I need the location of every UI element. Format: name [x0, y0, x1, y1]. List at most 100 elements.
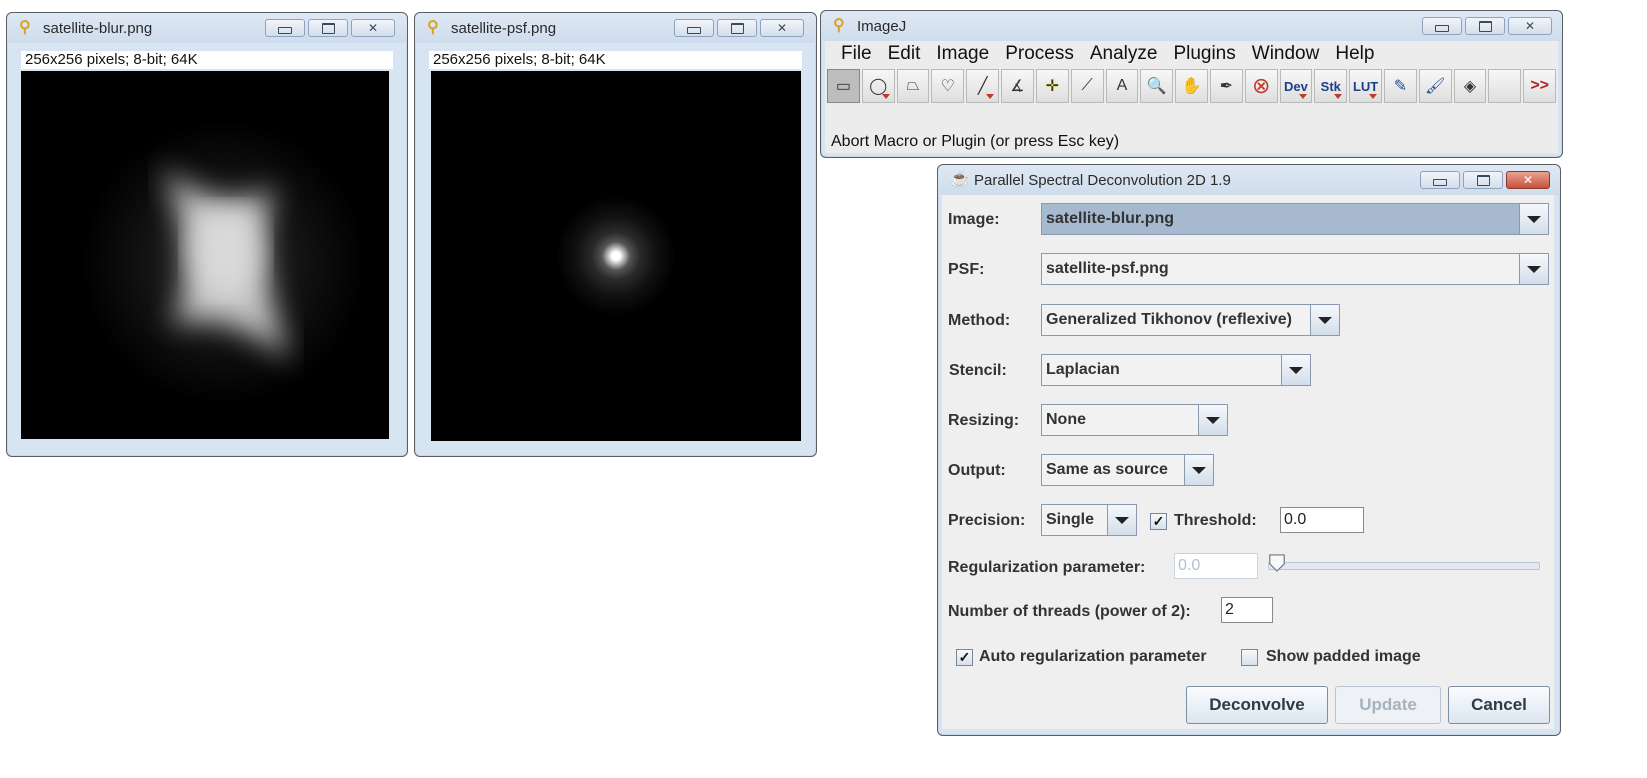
psf-select[interactable]: satellite-psf.png: [1041, 253, 1549, 285]
menu-help[interactable]: Help: [1327, 43, 1382, 65]
tool-button-dropper-tool[interactable]: ✒: [1209, 69, 1243, 103]
chevron-down-icon[interactable]: [1107, 505, 1136, 535]
regularization-slider-thumb[interactable]: [1268, 553, 1286, 573]
title-bar[interactable]: ☕ Parallel Spectral Deconvolution 2D 1.9…: [938, 165, 1560, 195]
chevron-down-icon[interactable]: [1310, 305, 1339, 335]
stencil-label: Stencil:: [949, 362, 1007, 379]
threshold-label: Threshold:: [1174, 512, 1257, 529]
chevron-down-icon[interactable]: [1184, 455, 1213, 485]
minimize-icon: [1435, 25, 1449, 32]
chevron-down-icon[interactable]: [1519, 254, 1548, 284]
close-icon: ✕: [367, 21, 379, 35]
imagej-body: File Edit Image Process Analyze Plugins Window…: [825, 41, 1558, 153]
check-icon: ✓: [1152, 513, 1165, 529]
window-title: satellite-blur.png: [43, 20, 153, 37]
brush-tool-icon: 🖌: [1425, 78, 1446, 95]
minimize-button[interactable]: [1422, 17, 1462, 35]
oval-tool-icon: ◯: [869, 78, 888, 95]
maximize-icon: [1476, 174, 1490, 186]
tool-button-wand-tool[interactable]: ⟋: [1070, 69, 1104, 103]
maximize-button[interactable]: [1465, 17, 1505, 35]
maximize-button[interactable]: [308, 19, 348, 37]
rectangle-tool-icon: ▭: [835, 78, 851, 95]
tool-button-text-tool[interactable]: A: [1105, 69, 1139, 103]
deconvolution-dialog[interactable]: ☕ Parallel Spectral Deconvolution 2D 1.9…: [937, 164, 1561, 736]
update-button[interactable]: Update: [1335, 686, 1441, 724]
image-window-satellite-blur[interactable]: ⚲ satellite-blur.png ✕ 256x256 pixels; 8…: [6, 12, 408, 457]
menu-image[interactable]: Image: [928, 43, 997, 65]
tool-button-pencil-tool[interactable]: ✎: [1384, 69, 1417, 103]
tool-button-oval-tool[interactable]: ◯: [861, 69, 895, 103]
close-button[interactable]: ✕: [351, 19, 395, 37]
maximize-icon: [1478, 20, 1492, 32]
imagej-main-window[interactable]: ⚲ ImageJ ✕ File Edit Image Process Analyze Pl…: [820, 10, 1563, 158]
title-bar[interactable]: ⚲ ImageJ ✕: [821, 11, 1562, 41]
psf-image: [431, 71, 801, 441]
menu-window[interactable]: Window: [1244, 43, 1328, 65]
chevron-down-icon[interactable]: [1198, 405, 1227, 435]
menu-file[interactable]: File: [833, 43, 880, 65]
tool-button-brush-tool[interactable]: 🖌: [1418, 69, 1452, 103]
resizing-select[interactable]: None: [1041, 404, 1228, 436]
dialog-body: Image: satellite-blur.png PSF: satellite…: [942, 195, 1554, 729]
deconvolve-button[interactable]: Deconvolve: [1186, 686, 1328, 724]
tool-button-more-tools[interactable]: >>: [1523, 69, 1557, 103]
menu-plugins[interactable]: Plugins: [1165, 43, 1243, 65]
precision-select[interactable]: Single: [1041, 504, 1137, 536]
tool-button-lut-menu[interactable]: LUT: [1349, 69, 1382, 103]
tool-button-rectangle-tool[interactable]: ▭: [827, 69, 860, 103]
chevron-down-icon[interactable]: [1519, 204, 1548, 234]
title-bar[interactable]: ⚲ satellite-blur.png ✕: [7, 13, 407, 43]
close-button[interactable]: ✕: [1506, 171, 1550, 189]
precision-label: Precision:: [948, 512, 1026, 529]
tool-button-freehand-tool[interactable]: ♡: [931, 69, 965, 103]
minimize-button[interactable]: [265, 19, 305, 37]
show-padded-image-checkbox[interactable]: [1241, 649, 1258, 666]
menu-analyze[interactable]: Analyze: [1082, 43, 1166, 65]
tool-button-abort[interactable]: ⊗: [1244, 69, 1278, 103]
tool-button-point-tool[interactable]: ✛: [1035, 69, 1069, 103]
tool-button-angle-tool[interactable]: ∡: [1001, 69, 1034, 103]
psf-label: PSF:: [948, 261, 985, 278]
tool-button-magnifier-tool[interactable]: 🔍: [1140, 69, 1174, 103]
method-select[interactable]: Generalized Tikhonov (reflexive): [1041, 304, 1340, 336]
auto-regularization-checkbox[interactable]: ✓: [956, 649, 973, 666]
tool-button-hand-tool[interactable]: ✋: [1175, 69, 1208, 103]
menu-edit[interactable]: Edit: [880, 43, 929, 65]
image-canvas[interactable]: [21, 71, 389, 439]
tool-button-polygon-tool[interactable]: ⏢: [896, 69, 930, 103]
close-button[interactable]: ✕: [1508, 17, 1552, 35]
stencil-select[interactable]: Laplacian: [1041, 354, 1311, 386]
cancel-button[interactable]: Cancel: [1448, 686, 1550, 724]
tool-button-line-tool[interactable]: ╱: [966, 69, 1000, 103]
tool-button-empty-tool-slot[interactable]: [1488, 69, 1522, 103]
close-button[interactable]: ✕: [760, 19, 804, 37]
threshold-checkbox[interactable]: ✓: [1150, 513, 1167, 530]
image-canvas[interactable]: [431, 71, 801, 441]
dropper-tool-icon: ✒: [1219, 78, 1234, 95]
regularization-slider-track[interactable]: [1268, 562, 1540, 570]
tool-button-stk-menu[interactable]: Stk: [1314, 69, 1348, 103]
threshold-input[interactable]: 0.0: [1280, 507, 1364, 533]
minimize-button[interactable]: [674, 19, 714, 37]
maximize-button[interactable]: [717, 19, 757, 37]
angle-tool-icon: ∡: [1010, 78, 1025, 95]
microscope-icon: ⚲: [19, 19, 31, 36]
chevron-down-icon[interactable]: [1281, 355, 1310, 385]
regularization-input[interactable]: 0.0: [1174, 553, 1258, 579]
image-window-satellite-psf[interactable]: ⚲ satellite-psf.png ✕ 256x256 pixels; 8-…: [414, 12, 817, 457]
line-tool-icon: ╱: [977, 78, 988, 95]
maximize-button[interactable]: [1463, 171, 1503, 189]
tool-button-flood-fill-tool[interactable]: ◈: [1453, 69, 1487, 103]
output-select[interactable]: Same as source: [1041, 454, 1214, 486]
menu-bar: File Edit Image Process Analyze Plugins Window…: [825, 41, 1558, 67]
maximize-icon: [321, 22, 335, 34]
image-select[interactable]: satellite-blur.png: [1041, 203, 1549, 235]
threads-input[interactable]: 2: [1221, 597, 1273, 623]
tool-button-dev-menu[interactable]: Dev: [1279, 69, 1313, 103]
minimize-button[interactable]: [1420, 171, 1460, 189]
menu-process[interactable]: Process: [997, 43, 1082, 65]
close-icon: ✕: [776, 21, 788, 35]
resizing-select-value: None: [1046, 411, 1086, 428]
title-bar[interactable]: ⚲ satellite-psf.png ✕: [415, 13, 816, 43]
